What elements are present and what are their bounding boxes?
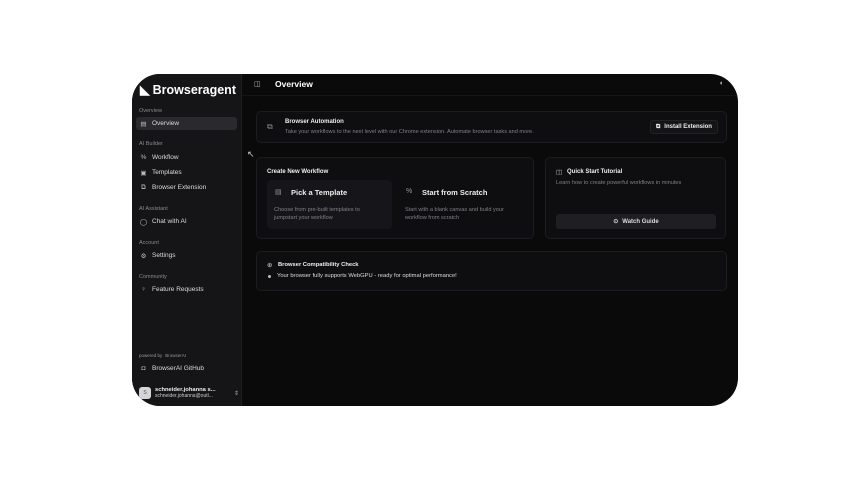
option-title: Pick a Template (291, 188, 348, 197)
sidebar-item-workflow[interactable]: % Workflow (136, 151, 237, 164)
install-extension-button[interactable]: ⧉ Install Extension (650, 120, 718, 134)
sidebar-item-label: Chat with AI (152, 218, 187, 225)
powered-by-label: powered by (139, 353, 163, 358)
sidebar-item-label: Settings (152, 252, 176, 259)
compatibility-message: Your browser fully supports WebGPU - rea… (277, 273, 457, 279)
extension-icon: ⧉ (267, 122, 273, 131)
globe-icon: ⊕ (267, 262, 273, 269)
sidebar-item-label: Templates (152, 169, 182, 176)
brand-logo[interactable]: ◣ Browseragent (140, 82, 236, 98)
sidebar-item-chat[interactable]: ◯ Chat with AI (136, 215, 237, 228)
app-window: ◣ Browseragent Overview ▤ Overview AI Buil… (132, 74, 738, 406)
extension-icon: ⧉ (656, 123, 661, 130)
create-workflow-card: Create New Workflow ▤ Pick a Template Ch… (256, 157, 534, 239)
start-from-scratch-option[interactable]: % Start from Scratch Start with a blank … (398, 180, 523, 229)
avatar: S (139, 387, 151, 399)
option-title: Start from Scratch (422, 188, 488, 197)
file-icon: ▤ (275, 189, 282, 196)
play-circle-icon: ⊙ (613, 219, 619, 225)
extension-icon: ⧉ (141, 183, 146, 191)
gear-icon: ⚙ (140, 252, 147, 260)
sidebar-toggle-icon[interactable]: ◫ (254, 80, 261, 88)
sidebar-item-label: Workflow (152, 154, 179, 161)
card-title: Browser Compatibility Check (278, 262, 359, 268)
section-label: Account (139, 240, 159, 246)
github-link[interactable]: ◘ BrowserAI GitHub (136, 362, 237, 375)
button-label: Install Extension (664, 124, 712, 130)
section-label: AI Builder (139, 141, 163, 147)
header (242, 74, 738, 96)
compatibility-card: ⊕ Browser Compatibility Check Your brows… (256, 251, 727, 291)
sidebar-item-label: Browser Extension (152, 184, 207, 191)
banner-description: Take your workflows to the next level wi… (285, 129, 534, 135)
workflow-icon: % (140, 154, 147, 161)
section-label: Community (139, 274, 167, 280)
file-icon: ▤ (140, 120, 147, 128)
option-description: Start with a blank canvas and build your… (405, 207, 504, 221)
watch-guide-button[interactable]: ⊙ Watch Guide (556, 214, 716, 229)
powered-by-brand: BrowserAI (165, 353, 187, 358)
status-dot (268, 275, 271, 278)
banner-title: Browser Automation (285, 119, 344, 125)
main-content: ◫ Overview ◐ ⧉ Browser Automation Take y… (242, 74, 738, 406)
user-email: schneider.johanna@outl... (155, 393, 213, 399)
browser-automation-banner: ⧉ Browser Automation Take your workflows… (256, 111, 727, 143)
sidebar-item-settings[interactable]: ⚙ Settings (136, 249, 237, 262)
sidebar-item-browser-extension[interactable]: ⧉ Browser Extension (136, 181, 237, 194)
sidebar-item-label: Overview (152, 120, 180, 127)
github-label: BrowserAI GitHub (152, 365, 205, 372)
chat-icon: ◯ (139, 218, 148, 226)
sidebar-item-feature-requests[interactable]: ♀ Feature Requests (136, 283, 237, 296)
user-menu[interactable]: S schneider.johanna s... schneider.johan… (139, 385, 239, 401)
template-icon: ▣ (140, 169, 147, 177)
card-title: Quick Start Tutorial (567, 169, 623, 175)
chevrons-updown-icon: ⇕ (233, 390, 239, 397)
brand-name: Browseragent (152, 82, 236, 97)
page-title: Overview (275, 79, 313, 89)
lightbulb-icon: ♀ (141, 286, 146, 293)
mouse-cursor-icon: ↖ (247, 149, 255, 159)
sidebar: ◣ Browseragent Overview ▤ Overview AI Buil… (132, 74, 242, 406)
card-description: Learn how to create powerful workflows i… (556, 180, 682, 186)
workflow-icon: % (406, 188, 413, 195)
github-icon: ◘ (141, 365, 146, 372)
card-title: Create New Workflow (267, 169, 329, 175)
sidebar-item-overview[interactable]: ▤ Overview (136, 117, 237, 130)
book-icon: ◫ (556, 169, 563, 176)
quick-start-card: ◫ Quick Start Tutorial Learn how to crea… (545, 157, 726, 239)
option-description: Choose from pre-built templates to jumps… (274, 207, 360, 221)
logo-icon: ◣ (140, 83, 150, 97)
theme-toggle-icon[interactable]: ◐ (720, 80, 724, 87)
section-label: AI Assistant (139, 206, 168, 212)
button-label: Watch Guide (622, 218, 659, 225)
sidebar-item-label: Feature Requests (152, 286, 204, 293)
section-label: Overview (139, 108, 162, 114)
powered-by: powered by BrowserAI (139, 353, 186, 358)
sidebar-item-templates[interactable]: ▣ Templates (136, 166, 237, 179)
pick-template-option[interactable]: ▤ Pick a Template Choose from pre-built … (267, 180, 392, 229)
